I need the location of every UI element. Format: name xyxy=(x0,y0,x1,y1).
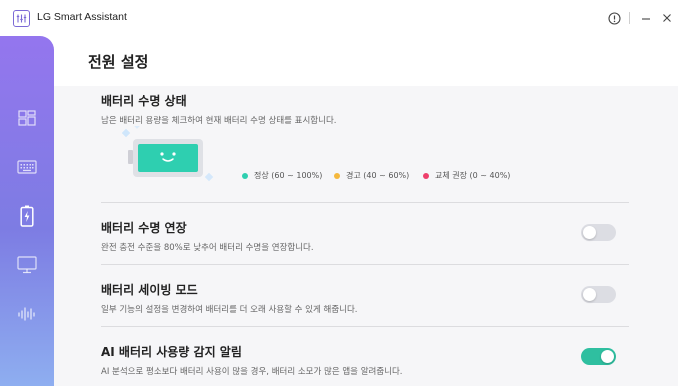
info-icon xyxy=(607,11,621,25)
toggle-knob xyxy=(583,226,596,239)
legend-warning: 경고 (40 ~ 60%) xyxy=(334,170,409,181)
battery-extend-toggle[interactable] xyxy=(581,224,616,241)
battery-extend-section: 배터리 수명 연장 완전 충전 수준을 80%로 낮추어 배터리 수명을 연장합… xyxy=(101,219,629,253)
info-button[interactable] xyxy=(605,9,623,27)
minimize-icon xyxy=(642,18,650,20)
sidebar-item-display[interactable] xyxy=(0,245,54,285)
legend-normal-dot xyxy=(242,172,248,179)
settings-content: 배터리 수명 상태 남은 배터리 용량을 체크하여 현재 배터리 수명 상태를 … xyxy=(54,86,678,386)
legend-replace-label: 교체 권장 (0 ~ 40%) xyxy=(435,171,511,180)
battery-saving-toggle[interactable] xyxy=(581,286,616,303)
sidebar xyxy=(0,36,54,386)
title-bar: LG Smart Assistant xyxy=(0,0,678,36)
toggle-knob xyxy=(601,350,614,363)
divider xyxy=(101,202,629,203)
sidebar-item-battery[interactable] xyxy=(0,196,54,236)
audio-wave-icon xyxy=(18,307,35,321)
dashboard-icon xyxy=(18,110,36,126)
battery-health-desc: 남은 배터리 용량을 체크하여 현재 배터리 수명 상태를 표시합니다. xyxy=(101,116,337,126)
divider xyxy=(101,326,629,327)
legend-normal-label: 정상 (60 ~ 100%) xyxy=(254,171,323,180)
close-icon xyxy=(663,14,671,22)
keyboard-icon xyxy=(17,160,37,174)
legend-replace-dot xyxy=(423,172,429,179)
battery-saving-title: 배터리 세이빙 모드 xyxy=(101,283,198,297)
sidebar-item-audio[interactable] xyxy=(0,294,54,334)
battery-icon xyxy=(20,205,34,227)
sidebar-item-keyboard[interactable] xyxy=(0,147,54,187)
battery-health-title: 배터리 수명 상태 xyxy=(101,94,187,108)
battery-extend-title: 배터리 수명 연장 xyxy=(101,221,187,235)
app-title: LG Smart Assistant xyxy=(37,11,127,23)
divider xyxy=(101,264,629,265)
ai-alert-desc: AI 분석으로 평소보다 배터리 사용이 많을 경우, 배터리 소모가 많은 앱… xyxy=(101,367,403,377)
battery-saving-desc: 일부 기능의 설정을 변경하여 배터리를 더 오래 사용할 수 있게 해줍니다. xyxy=(101,305,358,315)
legend-warning-label: 경고 (40 ~ 60%) xyxy=(346,171,410,180)
toggle-knob xyxy=(583,288,596,301)
display-icon xyxy=(17,256,37,274)
battery-extend-desc: 완전 충전 수준을 80%로 낮추어 배터리 수명을 연장합니다. xyxy=(101,243,314,253)
battery-health-section: 배터리 수명 상태 남은 배터리 용량을 체크하여 현재 배터리 수명 상태를 … xyxy=(101,92,629,126)
ai-alert-toggle[interactable] xyxy=(581,348,616,365)
battery-saving-section: 배터리 세이빙 모드 일부 기능의 설정을 변경하여 배터리를 더 오래 사용할… xyxy=(101,281,629,315)
sidebar-item-dashboard[interactable] xyxy=(0,98,54,138)
app-logo-icon xyxy=(13,10,30,27)
legend-warning-dot xyxy=(334,172,340,179)
legend-replace: 교체 권장 (0 ~ 40%) xyxy=(423,170,510,181)
ai-alert-section: AI 배터리 사용량 감지 알림 AI 분석으로 평소보다 배터리 사용이 많을… xyxy=(101,343,629,377)
page-title: 전원 설정 xyxy=(88,53,149,71)
ai-alert-title: AI 배터리 사용량 감지 알림 xyxy=(101,345,242,359)
minimize-button[interactable] xyxy=(637,9,655,27)
legend-normal: 정상 (60 ~ 100%) xyxy=(242,170,322,181)
page-header: 전원 설정 xyxy=(54,36,678,86)
titlebar-divider xyxy=(629,12,630,24)
close-button[interactable] xyxy=(658,9,676,27)
battery-health-illustration xyxy=(122,126,214,182)
